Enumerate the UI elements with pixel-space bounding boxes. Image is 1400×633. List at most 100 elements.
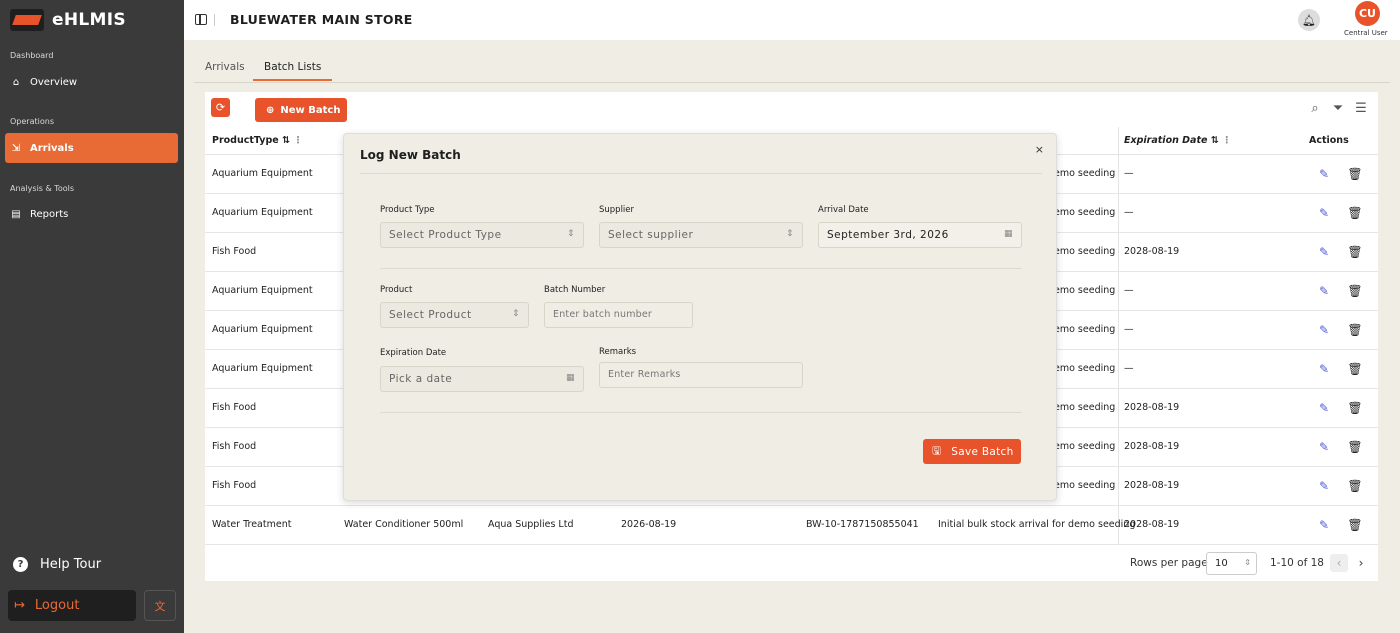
cell-remarks: emo seeding bbox=[1054, 402, 1116, 413]
delete-icon[interactable]: 🗑︎ bbox=[1347, 206, 1362, 220]
help-tour-button[interactable]: ? Help Tour bbox=[13, 557, 101, 572]
cell-arrival-date: 2026-08-19 bbox=[621, 519, 677, 530]
close-icon[interactable]: × bbox=[1035, 143, 1044, 156]
delete-icon[interactable]: 🗑︎ bbox=[1347, 167, 1362, 181]
tab-arrivals[interactable]: Arrivals bbox=[205, 61, 245, 79]
chevron-updown-icon: ⇕ bbox=[785, 229, 794, 239]
cell-product-type: Aquarium Equipment bbox=[212, 207, 313, 218]
columns-icon[interactable]: ☰ bbox=[1353, 100, 1369, 116]
column-menu-icon[interactable]: ⋮ bbox=[1222, 135, 1232, 146]
rows-per-page-label: Rows per page bbox=[1130, 557, 1208, 569]
edit-icon[interactable]: ✎ bbox=[1317, 245, 1331, 259]
chevron-right-icon[interactable]: › bbox=[1352, 554, 1370, 572]
delete-icon[interactable]: 🗑︎ bbox=[1347, 362, 1362, 376]
edit-icon[interactable]: ✎ bbox=[1317, 518, 1331, 532]
product-select[interactable]: Select Product ⇕ bbox=[380, 302, 529, 328]
search-icon[interactable]: ⌕ bbox=[1307, 100, 1323, 116]
translate-button[interactable]: 文 bbox=[144, 590, 176, 621]
chevron-left-icon[interactable]: ‹ bbox=[1330, 554, 1348, 572]
pagination-range: 1-10 of 18 bbox=[1270, 557, 1324, 569]
sidebar-item-label: Overview bbox=[30, 76, 78, 88]
sidebar: eHLMIS Dashboard ⌂ Overview Operations ⇲… bbox=[0, 0, 184, 633]
remarks-input[interactable]: Enter Remarks bbox=[599, 362, 803, 388]
sort-icon[interactable]: ⇅ bbox=[1211, 135, 1219, 146]
delete-icon[interactable]: 🗑︎ bbox=[1347, 401, 1362, 415]
table-row[interactable]: Water Treatment Water Conditioner 500ml Aq… bbox=[205, 506, 1378, 545]
chevron-updown-icon: ⇕ bbox=[511, 309, 520, 319]
refresh-icon[interactable]: ⟳ bbox=[211, 98, 230, 117]
edit-icon[interactable]: ✎ bbox=[1317, 284, 1331, 298]
cell-remarks: emo seeding bbox=[1054, 441, 1116, 452]
cell-remarks: emo seeding bbox=[1054, 285, 1116, 296]
section-label-operations: Operations bbox=[10, 117, 54, 126]
edit-icon[interactable]: ✎ bbox=[1317, 440, 1331, 454]
product-type-select[interactable]: Select Product Type ⇕ bbox=[380, 222, 584, 248]
cell-expiration-date: — bbox=[1124, 207, 1134, 218]
bell-icon[interactable]: 🔔︎ bbox=[1298, 9, 1320, 31]
dialog-divider bbox=[380, 268, 1022, 269]
cell-remarks: emo seeding bbox=[1054, 246, 1116, 257]
cell-expiration-date: 2028-08-19 bbox=[1124, 519, 1180, 530]
edit-icon[interactable]: ✎ bbox=[1317, 362, 1331, 376]
delete-icon[interactable]: 🗑︎ bbox=[1347, 479, 1362, 493]
sidebar-item-arrivals[interactable]: ⇲ Arrivals bbox=[5, 133, 178, 163]
column-menu-icon[interactable]: ⋮ bbox=[293, 135, 303, 146]
user-name: Central User bbox=[1344, 29, 1388, 37]
product-label: Product bbox=[380, 285, 413, 295]
edit-icon[interactable]: ✎ bbox=[1317, 323, 1331, 337]
arrival-date-picker[interactable]: September 3rd, 2026 ▦ bbox=[818, 222, 1022, 248]
delete-icon[interactable]: 🗑︎ bbox=[1347, 284, 1362, 298]
cell-remarks: emo seeding bbox=[1054, 168, 1116, 179]
save-batch-button[interactable]: 🖫︎ Save Batch bbox=[923, 439, 1021, 464]
edit-icon[interactable]: ✎ bbox=[1317, 206, 1331, 220]
delete-icon[interactable]: 🗑︎ bbox=[1347, 323, 1362, 337]
logout-icon: ↦ bbox=[14, 598, 25, 613]
new-batch-label: New Batch bbox=[280, 104, 341, 116]
batch-number-input[interactable]: Enter batch number bbox=[544, 302, 693, 328]
avatar[interactable]: CU bbox=[1355, 1, 1380, 26]
help-icon: ? bbox=[13, 557, 28, 572]
table-footer: Rows per page 10 1-10 of 18 ‹ › bbox=[205, 546, 1378, 581]
edit-icon[interactable]: ✎ bbox=[1317, 401, 1331, 415]
cell-expiration-date: 2028-08-19 bbox=[1124, 402, 1180, 413]
supplier-select[interactable]: Select supplier ⇕ bbox=[599, 222, 803, 248]
expiration-date-picker[interactable]: Pick a date ▦ bbox=[380, 366, 584, 392]
new-batch-button[interactable]: ⊕ New Batch bbox=[255, 98, 347, 122]
sidebar-toggle-icon[interactable] bbox=[195, 14, 207, 25]
page-title: BLUEWATER MAIN STORE bbox=[230, 12, 413, 27]
sidebar-item-overview[interactable]: ⌂ Overview bbox=[5, 67, 178, 97]
dialog-divider bbox=[360, 173, 1042, 174]
cell-product-type: Aquarium Equipment bbox=[212, 168, 313, 179]
expiration-date-label: Expiration Date bbox=[380, 348, 447, 358]
log-new-batch-dialog: Log New Batch × Product Type Select Prod… bbox=[343, 133, 1057, 501]
batch-number-label: Batch Number bbox=[544, 285, 606, 295]
rows-per-page-select[interactable]: 10 bbox=[1206, 552, 1257, 575]
app-logo[interactable]: eHLMIS bbox=[10, 9, 126, 31]
column-header-product-type[interactable]: ProductType ⇅ ⋮ bbox=[212, 135, 303, 146]
dialog-title: Log New Batch bbox=[360, 148, 461, 162]
arrivals-icon: ⇲ bbox=[11, 142, 21, 154]
column-header-actions: Actions bbox=[1309, 135, 1349, 146]
supplier-label: Supplier bbox=[599, 205, 635, 215]
sort-icon[interactable]: ⇅ bbox=[282, 135, 290, 146]
edit-icon[interactable]: ✎ bbox=[1317, 479, 1331, 493]
cell-remarks: emo seeding bbox=[1054, 207, 1116, 218]
delete-icon[interactable]: 🗑︎ bbox=[1347, 245, 1362, 259]
tab-bar: Arrivals Batch Lists bbox=[194, 54, 1390, 83]
sidebar-item-reports[interactable]: ▤ Reports bbox=[5, 199, 178, 229]
header-divider bbox=[214, 14, 215, 26]
column-header-label: ProductType bbox=[212, 135, 279, 146]
tab-batch-lists[interactable]: Batch Lists bbox=[253, 61, 333, 81]
logout-label: Logout bbox=[34, 598, 80, 613]
translate-icon: 文 bbox=[154, 599, 166, 613]
filter-icon[interactable]: ⏷ bbox=[1330, 100, 1346, 116]
logout-button[interactable]: ↦ Logout bbox=[8, 590, 136, 621]
delete-icon[interactable]: 🗑︎ bbox=[1347, 440, 1362, 454]
edit-icon[interactable]: ✎ bbox=[1317, 167, 1331, 181]
cell-expiration-date: — bbox=[1124, 285, 1134, 296]
delete-icon[interactable]: 🗑︎ bbox=[1347, 518, 1362, 532]
column-header-expiration-date[interactable]: Expiration Date ⇅ ⋮ bbox=[1124, 135, 1232, 146]
expiration-date-placeholder: Pick a date bbox=[389, 373, 453, 385]
product-placeholder: Select Product bbox=[389, 309, 472, 321]
document-icon: ▤ bbox=[11, 208, 21, 220]
